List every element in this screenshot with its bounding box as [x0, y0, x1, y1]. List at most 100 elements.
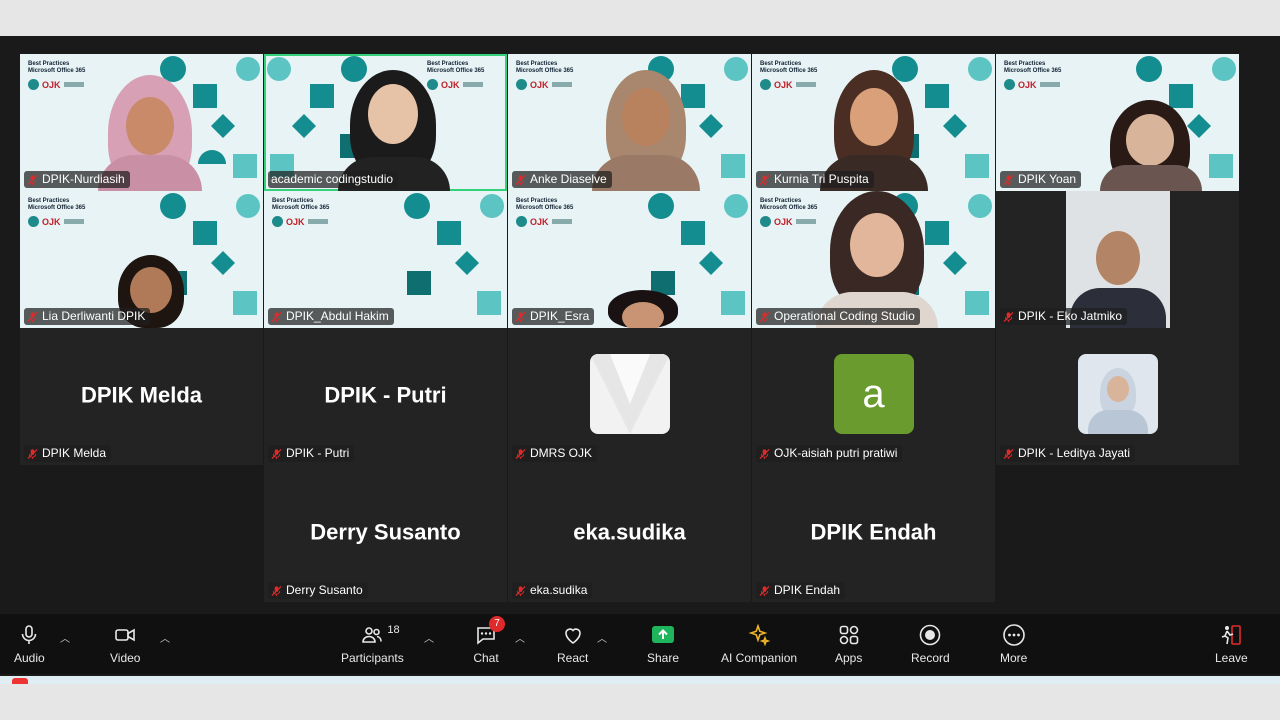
bg-title: Best Practices — [28, 198, 70, 204]
chat-unread-badge: 7 — [489, 616, 505, 632]
video-tile-dpik-abdul-hakim[interactable]: Best Practices Microsoft Office 365 OJK DP… — [264, 191, 507, 328]
mic-muted-icon — [515, 311, 526, 323]
leave-button[interactable]: Leave — [1215, 622, 1248, 665]
react-button[interactable]: React — [557, 622, 588, 665]
participant-name-label: academic codingstudio — [268, 171, 399, 188]
ai-companion-button[interactable]: AI Companion — [721, 622, 797, 665]
video-tile-operational-coding-studio[interactable]: Best Practices Microsoft Office 365 OJK Op… — [752, 191, 995, 328]
chat-options-chevron-icon[interactable]: ︿ — [515, 630, 525, 645]
ojk-logo: OJK — [530, 216, 549, 227]
video-tile-anke-diaselve[interactable]: Best Practices Microsoft Office 365 OJK An… — [508, 54, 751, 191]
mic-muted-icon — [1003, 311, 1014, 323]
heart-icon — [560, 622, 586, 648]
bg-banner: Best Practices Microsoft Office 365 OJK — [516, 61, 586, 90]
letter-avatar: a — [833, 354, 914, 434]
profile-avatar — [1077, 354, 1158, 434]
mic-muted-icon — [515, 585, 526, 597]
participant-name-label: DPIK Melda — [24, 445, 112, 462]
participant-name: DPIK Melda — [42, 446, 107, 460]
video-tile-kurnia-tri-puspita[interactable]: Best Practices Microsoft Office 365 OJK Ku… — [752, 54, 995, 191]
name-tile-eka-sudika[interactable]: eka.sudika eka.sudika — [508, 465, 751, 602]
name-tile-derry-susanto[interactable]: Derry Susanto Derry Susanto — [264, 465, 507, 602]
mic-muted-icon — [759, 174, 770, 186]
profile-avatar — [589, 354, 670, 434]
participant-name-label: DPIK Endah — [756, 582, 846, 599]
more-button[interactable]: More — [1000, 622, 1027, 665]
bg-subtitle: Microsoft Office 365 — [516, 205, 574, 211]
mic-muted-icon — [515, 448, 526, 460]
avatar-tile-ojk-aisiah[interactable]: a OJK-aisiah putri pratiwi — [752, 328, 995, 465]
participant-name-label: eka.sudika — [512, 582, 593, 599]
mic-muted-icon — [27, 174, 38, 186]
video-options-chevron-icon[interactable]: ︿ — [160, 630, 170, 645]
chat-button[interactable]: 7 Chat — [473, 616, 505, 665]
participant-name-label: DPIK_Abdul Hakim — [268, 308, 394, 325]
apps-button[interactable]: Apps — [835, 622, 862, 665]
bg-subtitle: Microsoft Office 365 — [516, 68, 574, 74]
participants-count: 18 — [387, 624, 400, 636]
participant-name: DPIK - Putri — [286, 446, 350, 460]
participant-display-name: DPIK Endah — [810, 519, 937, 545]
participant-name: Derry Susanto — [286, 583, 363, 597]
participant-name: Anke Diaselve — [530, 172, 607, 186]
video-tile-lia-derliwanti[interactable]: Best Practices Microsoft Office 365 OJK Li… — [20, 191, 263, 328]
participant-display-name: DPIK Melda — [80, 382, 203, 408]
record-icon — [917, 622, 943, 648]
participant-name: academic codingstudio — [271, 172, 394, 186]
participant-name: Operational Coding Studio — [774, 309, 915, 323]
participant-name: DPIK Yoan — [1018, 172, 1077, 186]
participant-name-label: Anke Diaselve — [512, 171, 612, 188]
participant-name: OJK-aisiah putri pratiwi — [774, 446, 898, 460]
participant-name-label: DPIK_Esra — [512, 308, 595, 325]
bg-banner: Best Practices Microsoft Office 365 OJK — [28, 61, 98, 90]
mic-muted-icon — [27, 311, 38, 323]
leave-label: Leave — [1215, 651, 1248, 665]
ojk-logo: OJK — [774, 79, 793, 90]
mic-muted-icon — [759, 311, 770, 323]
share-button[interactable]: Share — [647, 622, 679, 665]
name-tile-dpik-endah[interactable]: DPIK Endah DPIK Endah — [752, 465, 995, 602]
video-tile-dpik-yoan[interactable]: Best Practices Microsoft Office 365 OJK DP… — [996, 54, 1239, 191]
participant-name: Kurnia Tri Puspita — [774, 172, 869, 186]
ojk-logo: OJK — [530, 79, 549, 90]
record-button[interactable]: Record — [911, 622, 950, 665]
participant-display-name: Derry Susanto — [310, 519, 461, 545]
react-options-chevron-icon[interactable]: ︿ — [597, 630, 607, 645]
video-tile-dpik-nurdiasih[interactable]: Best Practices Microsoft Office 365 OJK DP… — [20, 54, 263, 191]
mic-muted-icon — [271, 448, 282, 460]
participant-name: DPIK-Nurdiasih — [42, 172, 125, 186]
participant-name: DPIK_Abdul Hakim — [286, 309, 389, 323]
bg-banner: Best Practices Microsoft Office 365 OJK — [1004, 61, 1074, 90]
mic-muted-icon — [759, 585, 770, 597]
chat-bubble-icon: 7 — [473, 616, 505, 648]
mic-muted-icon — [271, 311, 282, 323]
bg-subtitle: Microsoft Office 365 — [28, 68, 86, 74]
name-tile-dpik-putri[interactable]: DPIK - Putri DPIK - Putri — [264, 328, 507, 465]
mic-muted-icon — [271, 585, 282, 597]
bg-title: Best Practices — [272, 198, 314, 204]
avatar-tile-dmrs-ojk[interactable]: DMRS OJK — [508, 328, 751, 465]
audio-options-chevron-icon[interactable]: ︿ — [60, 630, 70, 645]
name-tile-dpik-melda[interactable]: DPIK Melda DPIK Melda — [20, 328, 263, 465]
participant-name: DPIK - Leditya Jayati — [1018, 446, 1131, 460]
background-pattern — [404, 193, 504, 315]
react-label: React — [557, 651, 589, 665]
participant-name: DPIK_Esra — [530, 309, 590, 323]
share-screen-icon — [650, 622, 676, 648]
avatar-tile-dpik-leditya[interactable]: DPIK - Leditya Jayati — [996, 328, 1239, 465]
audio-button[interactable]: Audio — [14, 622, 45, 665]
record-label: Record — [911, 651, 950, 665]
video-tile-academic-codingstudio[interactable]: Best Practices Microsoft Office 365 OJK ac… — [264, 54, 507, 191]
participants-button[interactable]: 18 Participants — [341, 622, 404, 665]
participants-options-chevron-icon[interactable]: ︿ — [424, 630, 434, 645]
bg-title: Best Practices — [516, 198, 558, 204]
microphone-icon — [16, 622, 42, 648]
video-tile-dpik-esra[interactable]: Best Practices Microsoft Office 365 OJK DP… — [508, 191, 751, 328]
ojk-logo: OJK — [774, 216, 793, 227]
participant-name-label: Derry Susanto — [268, 582, 368, 599]
video-tile-dpik-eko-jatmiko[interactable]: DPIK - Eko Jatmiko — [996, 191, 1239, 328]
participant-name-label: DMRS OJK — [512, 445, 598, 462]
meeting-window: Best Practices Microsoft Office 365 OJK DP… — [0, 36, 1280, 676]
video-button[interactable]: Video — [110, 622, 140, 665]
mic-muted-icon — [1003, 448, 1014, 460]
